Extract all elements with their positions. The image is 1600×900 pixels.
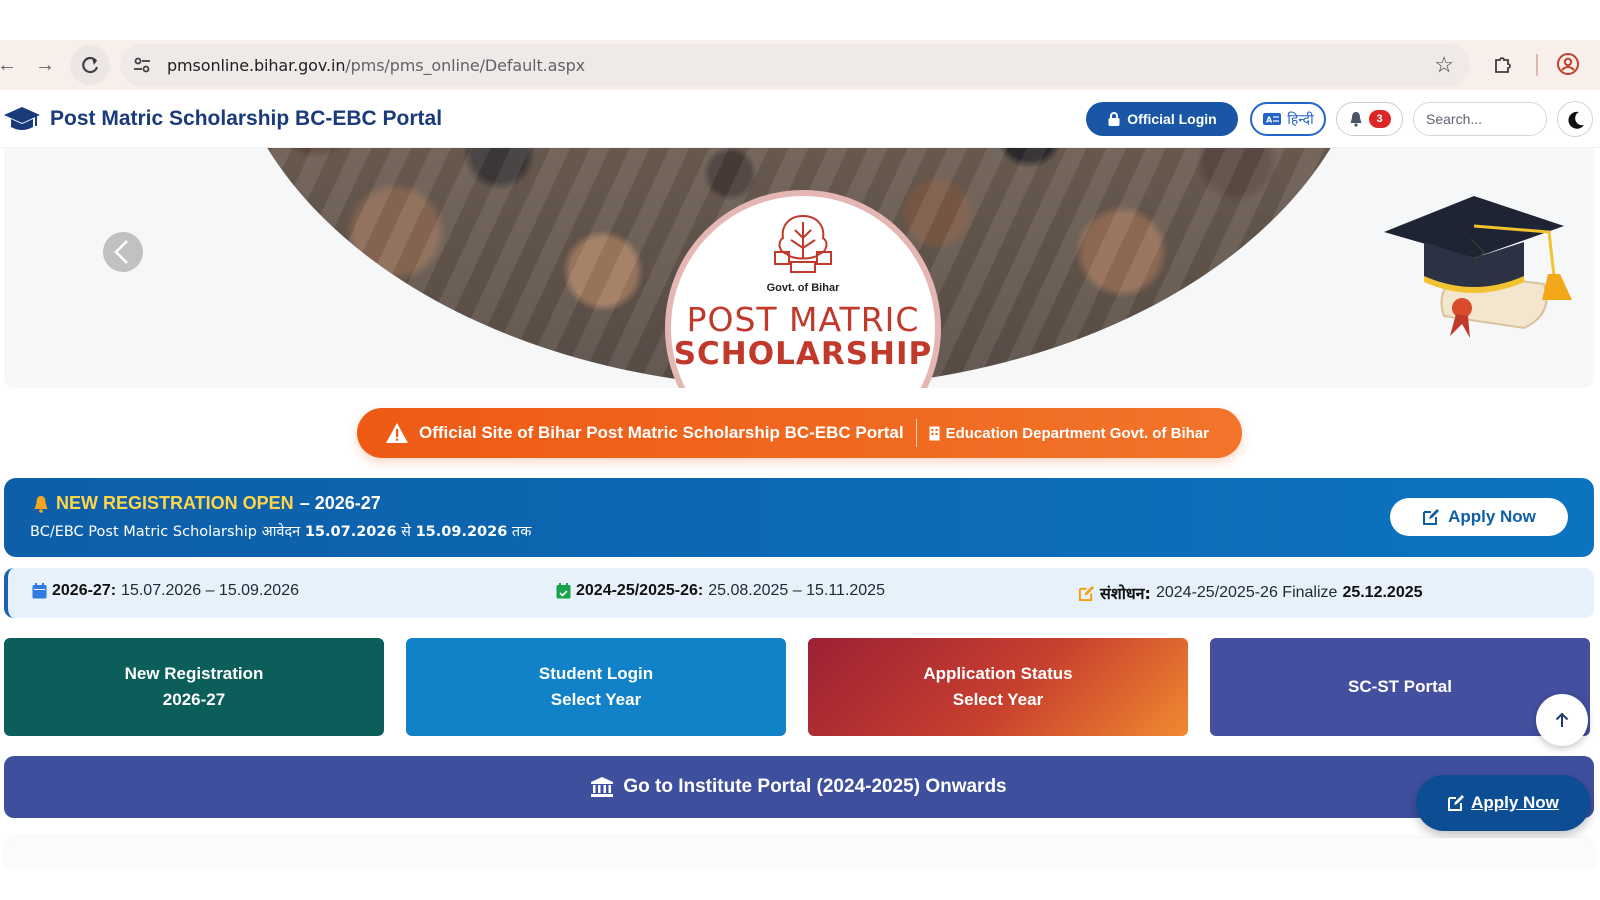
- pill-divider: [915, 419, 917, 447]
- bell-icon: [34, 495, 48, 513]
- language-toggle-button[interactable]: A हिन्दी: [1250, 102, 1326, 136]
- tile-title: Student Login: [538, 664, 654, 683]
- back-icon[interactable]: ←: [0, 52, 20, 78]
- lock-icon: [1108, 112, 1120, 126]
- education-dept-text: Education Department Govt. of Bihar: [945, 424, 1209, 442]
- registration-sub-mid: से: [396, 524, 416, 540]
- url-host: pmsonline.bihar.gov.in: [167, 56, 346, 75]
- edit-icon: [1423, 509, 1440, 525]
- scroll-to-top-button[interactable]: [1536, 694, 1588, 746]
- warning-icon: [386, 423, 408, 443]
- institution-icon: [591, 777, 614, 797]
- address-bar[interactable]: pmsonline.bihar.gov.in/pms/pms_online/De…: [120, 44, 1470, 86]
- hindi-label: हिन्दी: [1287, 111, 1314, 128]
- registration-sub-prefix: BC/EBC Post Matric Scholarship आवेदन: [30, 524, 305, 540]
- date3-label: संशोधन:: [1100, 584, 1151, 603]
- official-login-button[interactable]: Official Login: [1086, 102, 1238, 136]
- hero-title-line2: SCHOLARSHIP: [673, 336, 933, 372]
- extensions-icon[interactable]: [1492, 52, 1516, 76]
- student-login-tile[interactable]: Student Login Select Year: [406, 638, 786, 736]
- moon-icon: [1568, 111, 1584, 129]
- floating-apply-now-button[interactable]: Apply Now: [1416, 775, 1590, 831]
- date1-label: 2026-27:: [52, 582, 117, 599]
- hero-title-line1: POST MATRIC: [686, 300, 920, 339]
- building-icon: [929, 426, 940, 440]
- carousel-next-button[interactable]: [1456, 232, 1496, 272]
- date2-label: 2024-25/2025-26:: [576, 582, 704, 599]
- institute-portal-button[interactable]: Go to Institute Portal (2024-2025) Onwar…: [4, 756, 1594, 818]
- new-registration-tile[interactable]: New Registration 2026-27: [4, 638, 384, 736]
- govt-of-bihar-label: Govt. of Bihar: [766, 282, 840, 294]
- profile-icon[interactable]: [1556, 52, 1580, 76]
- registration-year: – 2026-27: [299, 493, 381, 513]
- tile-title: SC-ST Portal: [1348, 677, 1452, 696]
- sc-st-portal-tile[interactable]: SC-ST Portal: [1210, 638, 1590, 736]
- carousel-prev-button[interactable]: [103, 232, 143, 272]
- tile-title: New Registration: [124, 664, 264, 683]
- registration-end-date: 15.09.2026: [415, 524, 508, 540]
- education-dept-label: Education Department Govt. of Bihar: [929, 425, 1209, 442]
- date-item-2026-27: 2026-27: 15.07.2026 – 15.09.2026: [32, 582, 299, 600]
- date2-value: 25.08.2025 – 15.11.2025: [708, 582, 885, 599]
- registration-subtitle: BC/EBC Post Matric Scholarship आवेदन 15.…: [30, 521, 531, 541]
- registration-title: NEW REGISTRATION OPEN – 2026-27: [32, 493, 381, 514]
- svg-text:A: A: [1266, 116, 1273, 125]
- registration-highlight: NEW REGISTRATION OPEN: [56, 493, 294, 513]
- edit-icon: [1078, 585, 1095, 601]
- tile-subtitle: Select Year: [550, 690, 642, 709]
- apply-now-button[interactable]: Apply Now: [1390, 498, 1568, 536]
- bookmark-star-icon[interactable]: ☆: [1434, 52, 1454, 78]
- site-header: Post Matric Scholarship BC-EBC Portal Of…: [0, 90, 1600, 148]
- url-path: /pms/pms_online/Default.aspx: [345, 56, 586, 75]
- content-card: [4, 838, 1594, 868]
- chevron-right-icon: [1470, 238, 1486, 266]
- date-item-correction: संशोधन: 2024-25/2025-26 Finalize 25.12.2…: [1078, 582, 1423, 604]
- official-login-label: Official Login: [1127, 111, 1217, 127]
- bihar-emblem-icon: [774, 214, 832, 273]
- official-site-text: Official Site of Bihar Post Matric Schol…: [419, 423, 904, 442]
- site-title[interactable]: Post Matric Scholarship BC-EBC Portal: [50, 107, 442, 131]
- reload-button[interactable]: [70, 45, 110, 85]
- apply-now-label: Apply Now: [1448, 507, 1536, 526]
- toolbar-divider: [1536, 54, 1538, 76]
- new-registration-banner: NEW REGISTRATION OPEN – 2026-27 BC/EBC P…: [4, 478, 1594, 557]
- graduation-cap-logo-icon[interactable]: [3, 104, 41, 134]
- date1-value: 15.07.2026 – 15.09.2026: [121, 582, 299, 599]
- tile-title: Application Status: [923, 664, 1073, 683]
- notifications-button[interactable]: 3: [1336, 102, 1403, 136]
- institute-portal-label: Go to Institute Portal (2024-2025) Onwar…: [623, 776, 1007, 797]
- registration-start-date: 15.07.2026: [304, 524, 397, 540]
- official-site-banner: Official Site of Bihar Post Matric Schol…: [357, 408, 1242, 458]
- important-dates-strip: 2026-27: 15.07.2026 – 15.09.2026 2024-25…: [4, 568, 1594, 618]
- date3-date: 25.12.2025: [1342, 584, 1423, 601]
- bell-icon: [1350, 112, 1361, 127]
- hero-carousel: Govt. of Bihar POST MATRIC SCHOLARSHIP: [4, 148, 1594, 388]
- language-icon: A: [1263, 113, 1282, 125]
- chevron-left-icon: [114, 240, 128, 264]
- reload-icon: [82, 56, 99, 74]
- url-text[interactable]: pmsonline.bihar.gov.in/pms/pms_online/De…: [167, 56, 585, 75]
- edit-icon: [1448, 795, 1465, 811]
- calendar-icon: [32, 583, 47, 599]
- date-item-2024-26: 2024-25/2025-26: 25.08.2025 – 15.11.2025: [556, 582, 885, 600]
- tile-subtitle: 2026-27: [162, 690, 226, 709]
- application-status-tile[interactable]: Application Status Select Year: [808, 638, 1188, 736]
- tile-subtitle: Select Year: [952, 690, 1044, 709]
- calendar-check-icon: [556, 583, 571, 599]
- arrow-up-icon: [1555, 712, 1569, 727]
- site-settings-icon[interactable]: [132, 55, 152, 75]
- browser-toolbar: ← → pmsonline.bihar.gov.in/pms/pms_onlin…: [0, 40, 1600, 90]
- registration-sub-suffix: तक: [507, 524, 532, 540]
- notification-count-badge: 3: [1368, 110, 1391, 128]
- date3-value: 2024-25/2025-26 Finalize: [1155, 584, 1338, 601]
- floating-apply-now-label: Apply Now: [1471, 793, 1559, 812]
- theme-toggle-button[interactable]: [1557, 101, 1593, 137]
- forward-icon[interactable]: →: [32, 52, 58, 78]
- search-input[interactable]: [1413, 102, 1547, 136]
